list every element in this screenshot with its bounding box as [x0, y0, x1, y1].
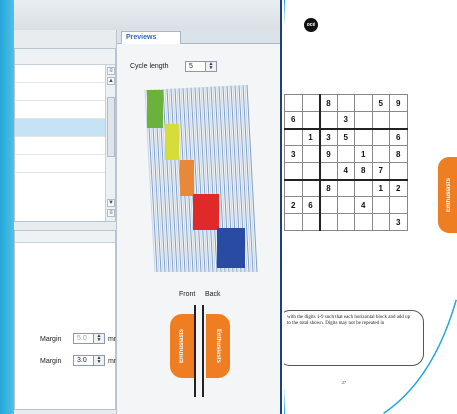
tab-previews[interactable]: Previews [121, 31, 182, 44]
list-item[interactable] [15, 83, 115, 101]
scroll-up-button[interactable]: ▲ [107, 77, 115, 85]
list-scrollbar[interactable]: ≡ ▲ ▼ ≡ [105, 65, 115, 221]
colored-tab-sheet [193, 194, 219, 230]
sheet-edge-line [244, 84, 256, 273]
front-label: Front [179, 291, 196, 298]
scroll-bottom-button[interactable]: ≡ [107, 209, 115, 217]
scroll-down-button[interactable]: ▼ [107, 199, 115, 207]
colored-tab-sheet [180, 160, 194, 196]
margin-1-value: 5.0 [77, 335, 87, 342]
sheet-edge-line [164, 88, 176, 273]
sheet-edge-line [196, 87, 208, 273]
item-list-panel: ≡ ▲ ▼ ≡ [14, 48, 116, 222]
previews-panel: Previews Cycle length 5 ▲ ▼ Front Back En… [116, 30, 280, 414]
document-page-preview: océ 85963135639184878122643 with the dig… [284, 0, 457, 414]
list-item[interactable] [15, 137, 115, 155]
window-titlebar [0, 0, 280, 30]
window-edge [0, 0, 14, 414]
cycle-length-spinner[interactable]: 5 ▲ ▼ [185, 61, 217, 72]
spinner-arrows-icon[interactable]: ▲ ▼ [205, 62, 216, 71]
sheet-edge-line [162, 89, 174, 273]
back-tab-preview: Enthusiasts [206, 314, 230, 378]
list-item-selected[interactable] [15, 119, 115, 137]
previews-tabbar: Previews [117, 30, 280, 44]
settings-panel [14, 230, 116, 410]
margin-2-value: 3.0 [77, 357, 87, 364]
spinner-arrows-icon[interactable]: ▲ ▼ [93, 334, 104, 343]
application-window: ≡ ▲ ▼ ≡ Margin 5.0 ▲ ▼ mm Margin 3.0 ▲ ▼ m… [0, 0, 282, 414]
back-tab-label: Enthusiasts [215, 328, 221, 363]
colored-tab-sheet [217, 228, 245, 268]
sheet-edge-line [200, 87, 212, 273]
scroll-thumb[interactable] [107, 97, 115, 157]
front-divider-line [194, 305, 196, 397]
front-tab-preview: Enthusiasts [170, 314, 194, 378]
scroll-top-button[interactable]: ≡ [107, 67, 115, 75]
page-curl-decoration [284, 0, 457, 414]
sheet-edge-line [170, 88, 182, 273]
sheet-edge-line [204, 86, 216, 273]
list-header [15, 49, 115, 65]
list-item[interactable] [15, 155, 115, 173]
spinner-arrows-icon[interactable]: ▲ ▼ [93, 356, 104, 365]
sheet-edge-line [192, 87, 204, 273]
margin-label-1: Margin [40, 336, 62, 343]
cycle-length-value: 5 [189, 63, 193, 70]
back-divider-line [202, 305, 204, 397]
sheet-edge-line [198, 87, 210, 273]
back-label: Back [205, 291, 221, 298]
sheet-edge-line [168, 88, 180, 273]
sheet-edge-line [206, 86, 218, 273]
list-item[interactable] [15, 65, 115, 83]
list-item[interactable] [15, 101, 115, 119]
margin-1-spinner[interactable]: 5.0 ▲ ▼ [73, 333, 105, 344]
cycle-length-label: Cycle length [130, 63, 169, 70]
margin-2-spinner[interactable]: 3.0 ▲ ▼ [73, 355, 105, 366]
settings-panel-header [15, 231, 115, 243]
sheet-stack-preview [144, 84, 258, 273]
sheet-edge-line [194, 87, 206, 273]
sheet-edge-line [202, 87, 214, 273]
colored-tab-sheet [147, 90, 163, 128]
margin-label-2: Margin [40, 358, 62, 365]
front-tab-label: Enthusiasts [179, 328, 185, 363]
colored-tab-sheet [165, 124, 179, 160]
sheet-edge-line [246, 84, 258, 273]
sheet-edge-line [166, 88, 178, 273]
